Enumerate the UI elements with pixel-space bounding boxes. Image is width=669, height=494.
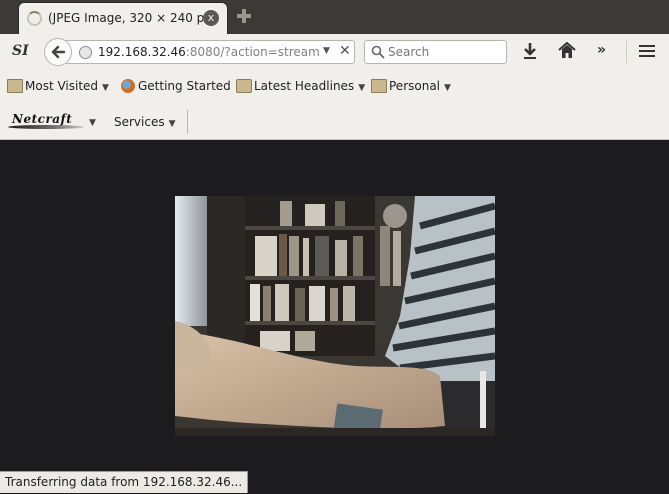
- folder-icon: [371, 79, 387, 93]
- toolbar-separator: [187, 110, 188, 134]
- bookmark-personal[interactable]: Personal ▼: [389, 79, 451, 93]
- services-menu[interactable]: Services ▼: [114, 115, 176, 129]
- tab-active[interactable]: (JPEG Image, 320 × 240 p... x: [18, 2, 228, 34]
- chevron-down-icon: ▼: [102, 83, 109, 93]
- back-button[interactable]: [44, 38, 72, 66]
- globe-icon[interactable]: [79, 46, 92, 59]
- bookmarks-toolbar: Most Visited ▼ Getting Started Latest Hea…: [0, 68, 669, 104]
- new-tab-icon[interactable]: [236, 8, 252, 24]
- chevron-down-icon[interactable]: ▼: [89, 118, 96, 128]
- url-text[interactable]: 192.168.32.46:8080/?action=stream: [98, 45, 320, 59]
- netcraft-logo[interactable]: Netcraft: [8, 112, 84, 130]
- search-placeholder: Search: [388, 45, 430, 59]
- services-label: Services: [114, 115, 165, 129]
- url-bar[interactable]: 192.168.32.46:8080/?action=stream ▼ ✕: [66, 40, 355, 64]
- bookmark-latest-headlines[interactable]: Latest Headlines ▼: [254, 79, 365, 93]
- webcam-frame-icon: [175, 196, 495, 436]
- home-icon[interactable]: [558, 42, 576, 59]
- hamburger-menu-icon[interactable]: [639, 45, 655, 57]
- downloads-icon[interactable]: [522, 42, 538, 60]
- tab-bar: (JPEG Image, 320 × 240 p... x: [0, 0, 669, 34]
- folder-icon: [7, 79, 23, 93]
- toolbar-separator: [626, 41, 627, 63]
- stop-loading-icon[interactable]: ✕: [339, 43, 351, 59]
- netcraft-logo-text: Netcraft: [12, 112, 73, 126]
- firefox-icon: [121, 79, 135, 93]
- chevron-down-icon: ▼: [168, 119, 176, 129]
- status-bar: Transferring data from 192.168.32.46...: [0, 471, 249, 493]
- bookmark-most-visited[interactable]: Most Visited ▼: [25, 79, 109, 93]
- webcam-stream-image: [175, 196, 495, 436]
- netcraft-toolbar: Netcraft ▼ Services ▼: [0, 104, 669, 140]
- tab-close-button[interactable]: x: [203, 10, 219, 26]
- rss-feed-icon: [236, 79, 252, 93]
- bookmark-label: Personal: [389, 79, 441, 93]
- navigation-toolbar: SI 192.168.32.46:8080/?action=stream ▼ ✕…: [0, 34, 669, 68]
- search-icon: [371, 45, 385, 59]
- loading-spinner-icon: [27, 11, 42, 26]
- url-path: :8080/?action=stream: [185, 45, 320, 59]
- toolbar-overflow-icon[interactable]: »: [597, 42, 606, 58]
- bookmark-getting-started[interactable]: Getting Started: [138, 79, 231, 93]
- tab-title: (JPEG Image, 320 × 240 p...: [48, 11, 203, 25]
- bookmark-label: Latest Headlines: [254, 79, 355, 93]
- site-identity-icon[interactable]: SI: [12, 43, 29, 59]
- back-arrow-icon: [51, 45, 66, 59]
- page-content: [0, 141, 669, 494]
- url-history-dropdown-icon[interactable]: ▼: [323, 46, 330, 56]
- url-host: 192.168.32.46: [98, 45, 186, 59]
- bookmark-label: Most Visited: [25, 79, 99, 93]
- chevron-down-icon: ▼: [358, 83, 366, 93]
- chevron-down-icon: ▼: [444, 83, 451, 93]
- search-bar[interactable]: Search: [364, 40, 507, 64]
